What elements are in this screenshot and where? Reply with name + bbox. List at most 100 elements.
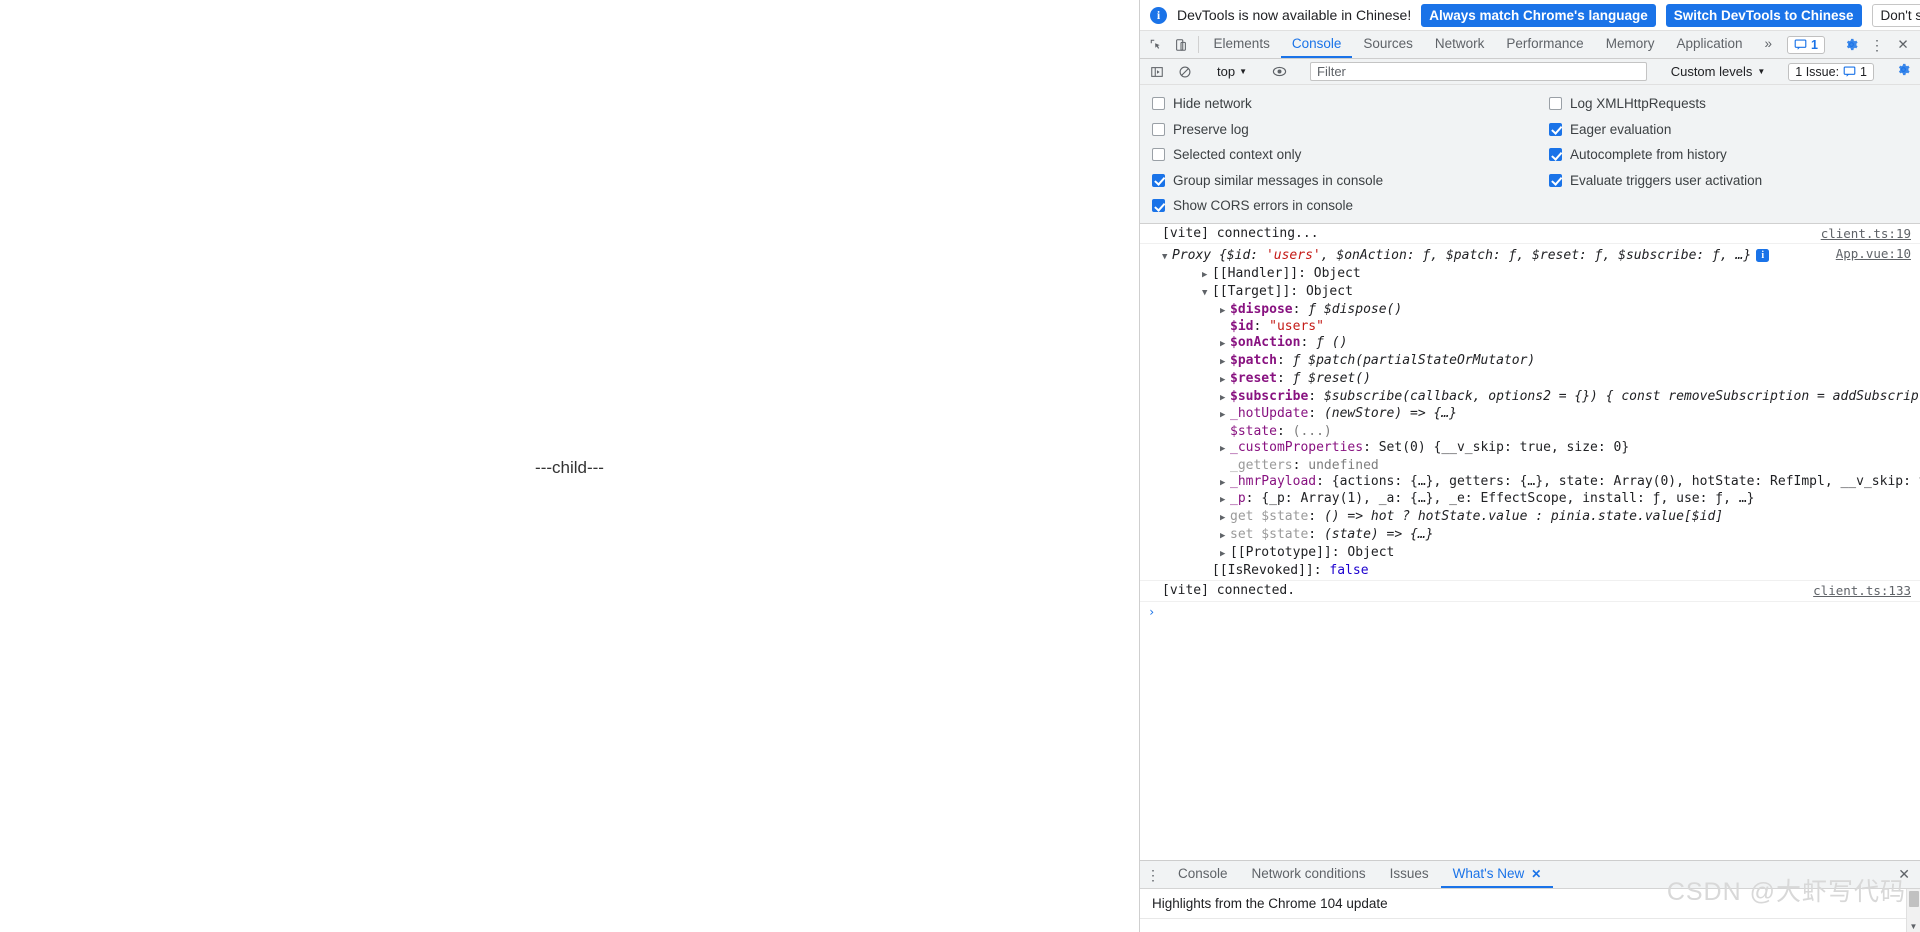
- drawer-tab-console[interactable]: Console: [1166, 861, 1240, 888]
- whats-new-highlight[interactable]: Highlights from the Chrome 104 update: [1140, 889, 1920, 919]
- expand-triangle-icon[interactable]: [1220, 442, 1230, 458]
- info-badge-icon[interactable]: i: [1756, 249, 1770, 263]
- expand-triangle-icon[interactable]: [1220, 373, 1230, 389]
- source-link[interactable]: App.vue:10: [1836, 246, 1911, 262]
- tab-overflow-button[interactable]: »: [1754, 31, 1784, 58]
- expand-triangle-icon[interactable]: [1220, 337, 1230, 353]
- more-vertical-icon[interactable]: ⋮: [1864, 38, 1890, 52]
- message-count-badge[interactable]: 1: [1787, 35, 1825, 54]
- object-property-row[interactable]: _hotUpdate: (newStore) => {…}: [1162, 406, 1920, 424]
- tab-elements[interactable]: Elements: [1203, 31, 1281, 58]
- tab-console[interactable]: Console: [1280, 31, 1353, 58]
- console-message-vite-connecting[interactable]: [vite] connecting... client.ts:19: [1140, 224, 1920, 245]
- tab-network[interactable]: Network: [1424, 31, 1496, 58]
- checkbox[interactable]: [1152, 199, 1165, 213]
- object-property-row[interactable]: $reset: ƒ $reset(): [1162, 371, 1920, 389]
- object-property-row[interactable]: _hmrPayload: {actions: {…}, getters: {…}…: [1162, 474, 1920, 492]
- expand-triangle-icon[interactable]: [1220, 493, 1230, 509]
- tab-performance[interactable]: Performance: [1495, 31, 1594, 58]
- tab-sources[interactable]: Sources: [1352, 31, 1424, 58]
- device-toolbar-icon[interactable]: [1169, 31, 1194, 58]
- object-property-row[interactable]: $id: "users": [1162, 319, 1920, 335]
- drawer-tab-whats-new[interactable]: What's New ✕: [1440, 861, 1554, 888]
- console-message-vite-connected[interactable]: [vite] connected. client.ts:133: [1140, 580, 1920, 603]
- checkbox[interactable]: [1152, 148, 1165, 162]
- checkbox[interactable]: [1549, 173, 1562, 187]
- property-value: ƒ $dispose(): [1308, 301, 1403, 317]
- close-icon[interactable]: ✕: [1890, 37, 1916, 53]
- always-match-language-button[interactable]: Always match Chrome's language: [1421, 3, 1656, 27]
- settings-gear-icon[interactable]: [1891, 62, 1916, 81]
- issues-counter[interactable]: 1 Issue: 1: [1788, 62, 1874, 81]
- object-head-row[interactable]: Proxy {$id: 'users', $onAction: ƒ, $patc…: [1162, 248, 1920, 266]
- object-property-row[interactable]: _getters: undefined: [1162, 458, 1920, 474]
- scrollbar-thumb[interactable]: [1909, 891, 1919, 907]
- scrollbar[interactable]: ▲ ▼: [1906, 889, 1920, 932]
- setting-group-similar-messages[interactable]: Group similar messages in console: [1152, 168, 1540, 194]
- setting-eager-evaluation[interactable]: Eager evaluation: [1549, 117, 1920, 143]
- scroll-down-arrow-icon[interactable]: ▼: [1910, 922, 1918, 931]
- more-vertical-icon[interactable]: ⋮: [1140, 861, 1166, 888]
- setting-preserve-log[interactable]: Preserve log: [1152, 117, 1540, 143]
- console-message-proxy-object[interactable]: App.vue:10 Proxy {$id: 'users', $onActio…: [1140, 244, 1920, 580]
- checkbox[interactable]: [1152, 122, 1165, 136]
- expand-triangle-icon[interactable]: [1220, 511, 1230, 527]
- checkbox[interactable]: [1549, 148, 1562, 162]
- source-link[interactable]: client.ts:19: [1821, 226, 1911, 242]
- expand-triangle-icon[interactable]: [1220, 304, 1230, 320]
- setting-hide-network[interactable]: Hide network: [1152, 91, 1540, 117]
- log-level-selector[interactable]: Custom levels ▼: [1665, 64, 1772, 79]
- setting-autocomplete-from-history[interactable]: Autocomplete from history: [1549, 142, 1920, 168]
- drawer-tab-issues[interactable]: Issues: [1378, 861, 1441, 888]
- close-tab-icon[interactable]: ✕: [1531, 867, 1541, 881]
- object-property-row[interactable]: $state: (...): [1162, 424, 1920, 440]
- object-property-row[interactable]: [[Prototype]]: Object: [1162, 545, 1920, 563]
- object-property-row[interactable]: $subscribe: $subscribe(callback, options…: [1162, 389, 1920, 407]
- clear-console-icon[interactable]: [1172, 65, 1198, 79]
- switch-devtools-to-chinese-button[interactable]: Switch DevTools to Chinese: [1665, 3, 1862, 27]
- setting-evaluate-triggers-user-activation[interactable]: Evaluate triggers user activation: [1549, 168, 1920, 194]
- tab-application[interactable]: Application: [1665, 31, 1753, 58]
- inspect-element-icon[interactable]: [1144, 31, 1169, 58]
- console-sidebar-icon[interactable]: [1144, 65, 1170, 79]
- checkbox[interactable]: [1549, 97, 1562, 111]
- property-key: get $state: [1230, 509, 1309, 525]
- object-property-row[interactable]: [[Target]]: Object: [1162, 284, 1920, 302]
- expand-triangle-icon[interactable]: [1220, 529, 1230, 545]
- console-message-list[interactable]: [vite] connecting... client.ts:19 App.vu…: [1140, 223, 1920, 860]
- object-property-row[interactable]: [[Handler]]: Object: [1162, 266, 1920, 284]
- setting-show-cors-errors[interactable]: Show CORS errors in console: [1152, 193, 1540, 219]
- close-icon[interactable]: ✕: [1888, 861, 1920, 888]
- object-property-row[interactable]: _p: {_p: Array(1), _a: {…}, _e: EffectSc…: [1162, 491, 1920, 509]
- expand-triangle-icon[interactable]: [1220, 547, 1230, 563]
- expand-triangle-icon[interactable]: [1220, 476, 1230, 492]
- setting-selected-context-only[interactable]: Selected context only: [1152, 142, 1540, 168]
- object-property-row[interactable]: get $state: () => hot ? hotState.value :…: [1162, 509, 1920, 527]
- live-expression-icon[interactable]: [1266, 64, 1292, 79]
- checkbox[interactable]: [1152, 173, 1165, 187]
- property-value: Object: [1313, 266, 1361, 282]
- expand-triangle-icon[interactable]: [1162, 250, 1172, 266]
- execution-context-selector[interactable]: top ▼: [1211, 62, 1253, 82]
- object-property-row[interactable]: set $state: (state) => {…}: [1162, 527, 1920, 545]
- object-property-row[interactable]: $dispose: ƒ $dispose(): [1162, 302, 1920, 320]
- checkbox[interactable]: [1549, 122, 1562, 136]
- expand-triangle-icon[interactable]: [1220, 391, 1230, 407]
- checkbox[interactable]: [1152, 97, 1165, 111]
- console-prompt[interactable]: ›: [1140, 602, 1920, 619]
- object-property-row[interactable]: $onAction: ƒ (): [1162, 335, 1920, 353]
- source-link[interactable]: client.ts:133: [1813, 583, 1911, 599]
- object-property-row[interactable]: $patch: ƒ $patch(partialStateOrMutator): [1162, 353, 1920, 371]
- expand-triangle-icon[interactable]: [1202, 268, 1212, 284]
- expand-triangle-icon[interactable]: [1220, 355, 1230, 371]
- dont-show-again-button[interactable]: Don't show again: [1871, 3, 1920, 27]
- tab-memory[interactable]: Memory: [1595, 31, 1666, 58]
- setting-log-xmlhttprequests[interactable]: Log XMLHttpRequests: [1549, 91, 1920, 117]
- console-filter-input[interactable]: [1310, 62, 1647, 81]
- gear-icon[interactable]: [1838, 37, 1864, 52]
- object-property-row[interactable]: [[IsRevoked]]: false: [1162, 563, 1920, 579]
- collapse-triangle-icon[interactable]: [1202, 286, 1212, 302]
- object-property-row[interactable]: _customProperties: Set(0) {__v_skip: tru…: [1162, 440, 1920, 458]
- expand-triangle-icon[interactable]: [1220, 408, 1230, 424]
- drawer-tab-network-conditions[interactable]: Network conditions: [1240, 861, 1378, 888]
